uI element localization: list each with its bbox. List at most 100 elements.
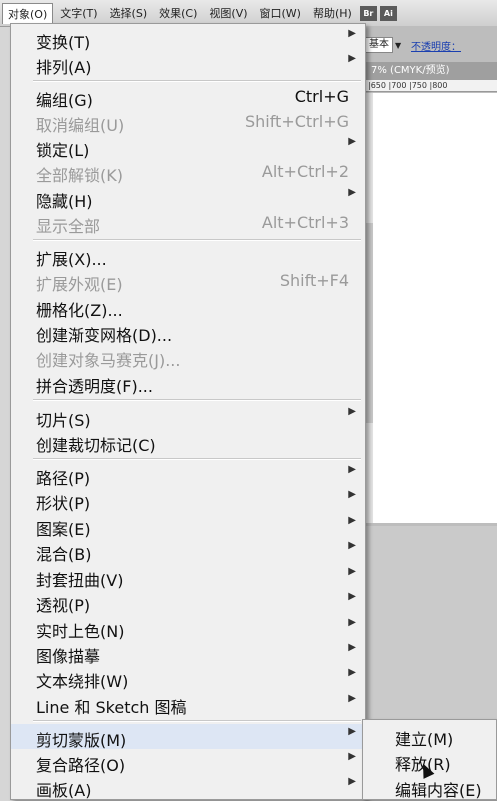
menu-item-label: 创建渐变网格(D)...: [36, 326, 173, 345]
menu-item-label: 全部解锁(K): [36, 166, 123, 185]
panel-scrollbar[interactable]: [365, 93, 373, 523]
menu-item-transform[interactable]: 变换(T) ▶: [11, 26, 365, 52]
menu-object[interactable]: 对象(O): [2, 2, 54, 24]
menu-item-artboards[interactable]: 画板(A) ▶: [11, 774, 365, 800]
menu-item-perspective[interactable]: 透视(P) ▶: [11, 589, 365, 615]
menu-item-label: 形状(P): [36, 494, 91, 513]
menu-window[interactable]: 窗口(W): [255, 3, 306, 23]
submenu-item-make[interactable]: 建立(M): [363, 723, 496, 749]
menu-item-flatten-transparency[interactable]: 拼合透明度(F)...: [11, 370, 365, 396]
menu-item-compound-path[interactable]: 复合路径(O) ▶: [11, 749, 365, 775]
submenu-arrow-icon: ▶: [348, 187, 356, 198]
submenu-arrow-icon: ▶: [348, 489, 356, 500]
menu-item-label: 复合路径(O): [36, 756, 126, 775]
menu-item-arrange[interactable]: 排列(A) ▶: [11, 51, 365, 77]
preset-select[interactable]: 基本: [365, 37, 393, 53]
menu-view[interactable]: 视图(V): [204, 3, 252, 23]
menu-item-expand-appearance: 扩展外观(E) Shift+F4: [11, 268, 365, 294]
submenu-arrow-icon: ▶: [348, 751, 356, 762]
menu-item-label: 栅格化(Z)...: [36, 301, 123, 320]
scrollbar-thumb[interactable]: [365, 223, 373, 423]
menu-item-path[interactable]: 路径(P) ▶: [11, 462, 365, 488]
menu-item-label: 实时上色(N): [36, 622, 125, 641]
menu-item-rasterize[interactable]: 栅格化(Z)...: [11, 294, 365, 320]
menu-item-pattern[interactable]: 图案(E) ▶: [11, 513, 365, 539]
menu-item-label: 变换(T): [36, 33, 91, 52]
menu-item-envelope-distort[interactable]: 封套扭曲(V) ▶: [11, 564, 365, 590]
menu-item-label: 创建裁切标记(C): [36, 436, 156, 455]
submenu-item-label: 建立(M): [395, 730, 454, 749]
menu-item-image-trace[interactable]: 图像描摹 ▶: [11, 640, 365, 666]
menu-item-label: Line 和 Sketch 图稿: [36, 698, 187, 717]
app-logo-icon: Ai: [379, 5, 397, 21]
submenu-item-label: 编辑内容(E): [395, 781, 482, 800]
menu-item-blend[interactable]: 混合(B) ▶: [11, 538, 365, 564]
submenu-arrow-icon: ▶: [348, 540, 356, 551]
menu-item-shortcut: Shift+F4: [279, 271, 349, 290]
opacity-link[interactable]: 不透明度：: [411, 38, 461, 53]
menu-item-live-paint[interactable]: 实时上色(N) ▶: [11, 615, 365, 641]
submenu-arrow-icon: ▶: [348, 617, 356, 628]
options-bar: 基本 ▼ 不透明度：: [365, 36, 497, 54]
menu-item-lock[interactable]: 锁定(L) ▶: [11, 134, 365, 160]
menu-item-label: 路径(P): [36, 469, 91, 488]
menu-item-label: 创建对象马赛克(J)...: [36, 351, 181, 370]
menu-item-label: 排列(A): [36, 58, 92, 77]
object-menu: 变换(T) ▶ 排列(A) ▶ 编组(G) Ctrl+G 取消编组(U) Shift+C…: [10, 23, 366, 800]
menu-item-unlock-all: 全部解锁(K) Alt+Ctrl+2: [11, 159, 365, 185]
menu-item-line-sketch[interactable]: Line 和 Sketch 图稿 ▶: [11, 691, 365, 717]
submenu-item-edit-contents[interactable]: 编辑内容(E): [363, 774, 496, 800]
bridge-icon[interactable]: Br: [359, 5, 377, 21]
menu-item-label: 拼合透明度(F)...: [36, 377, 153, 396]
menu-item-text-wrap[interactable]: 文本绕排(W) ▶: [11, 665, 365, 691]
menu-separator: [33, 720, 361, 722]
menu-select[interactable]: 选择(S): [105, 3, 153, 23]
menu-text[interactable]: 文字(T): [55, 3, 102, 23]
menu-help[interactable]: 帮助(H): [308, 3, 357, 23]
submenu-arrow-icon: ▶: [348, 667, 356, 678]
submenu-arrow-icon: ▶: [348, 591, 356, 602]
submenu-arrow-icon: ▶: [348, 136, 356, 147]
menu-item-clipping-mask[interactable]: 剪切蒙版(M) ▶: [11, 724, 365, 750]
menu-item-label: 扩展(X)...: [36, 250, 107, 269]
submenu-arrow-icon: ▶: [348, 28, 356, 39]
menu-item-label: 文本绕排(W): [36, 672, 129, 691]
menu-item-shortcut: Alt+Ctrl+2: [261, 162, 349, 181]
submenu-arrow-icon: ▶: [348, 515, 356, 526]
menu-item-shortcut: Shift+Ctrl+G: [244, 112, 349, 131]
submenu-arrow-icon: ▶: [348, 566, 356, 577]
menu-item-shape[interactable]: 形状(P) ▶: [11, 487, 365, 513]
menu-item-label: 显示全部: [36, 217, 101, 236]
menu-item-crop-marks[interactable]: 创建裁切标记(C): [11, 429, 365, 455]
menu-item-label: 画板(A): [36, 781, 92, 800]
menu-separator: [33, 458, 361, 460]
menu-item-ungroup: 取消编组(U) Shift+Ctrl+G: [11, 109, 365, 135]
menu-item-label: 图案(E): [36, 520, 91, 539]
menu-item-label: 剪切蒙版(M): [36, 731, 127, 750]
menu-item-slice[interactable]: 切片(S) ▶: [11, 404, 365, 430]
menu-item-gradient-mesh[interactable]: 创建渐变网格(D)...: [11, 319, 365, 345]
document-tab[interactable]: 7% (CMYK/预览): [365, 62, 497, 80]
menu-item-label: 混合(B): [36, 545, 92, 564]
menu-item-hide[interactable]: 隐藏(H) ▶: [11, 185, 365, 211]
artboard-canvas[interactable]: [365, 93, 497, 523]
menu-item-label: 取消编组(U): [36, 116, 125, 135]
menu-item-expand[interactable]: 扩展(X)...: [11, 243, 365, 269]
submenu-arrow-icon: ▶: [348, 642, 356, 653]
submenu-arrow-icon: ▶: [348, 776, 356, 787]
submenu-arrow-icon: ▶: [348, 693, 356, 704]
menu-separator: [33, 80, 361, 82]
submenu-arrow-icon: ▶: [348, 53, 356, 64]
menu-item-label: 切片(S): [36, 411, 91, 430]
menu-item-group[interactable]: 编组(G) Ctrl+G: [11, 84, 365, 110]
menu-item-object-mosaic: 创建对象马赛克(J)...: [11, 344, 365, 370]
menu-item-label: 编组(G): [36, 91, 93, 110]
menu-item-label: 锁定(L): [36, 141, 90, 160]
menu-separator: [33, 399, 361, 401]
menu-item-label: 图像描摹: [36, 647, 101, 666]
menu-item-shortcut: Ctrl+G: [294, 87, 349, 106]
chevron-down-icon[interactable]: ▼: [395, 41, 405, 50]
menu-effect[interactable]: 效果(C): [154, 3, 202, 23]
menu-item-label: 透视(P): [36, 596, 91, 615]
menu-separator: [33, 239, 361, 241]
